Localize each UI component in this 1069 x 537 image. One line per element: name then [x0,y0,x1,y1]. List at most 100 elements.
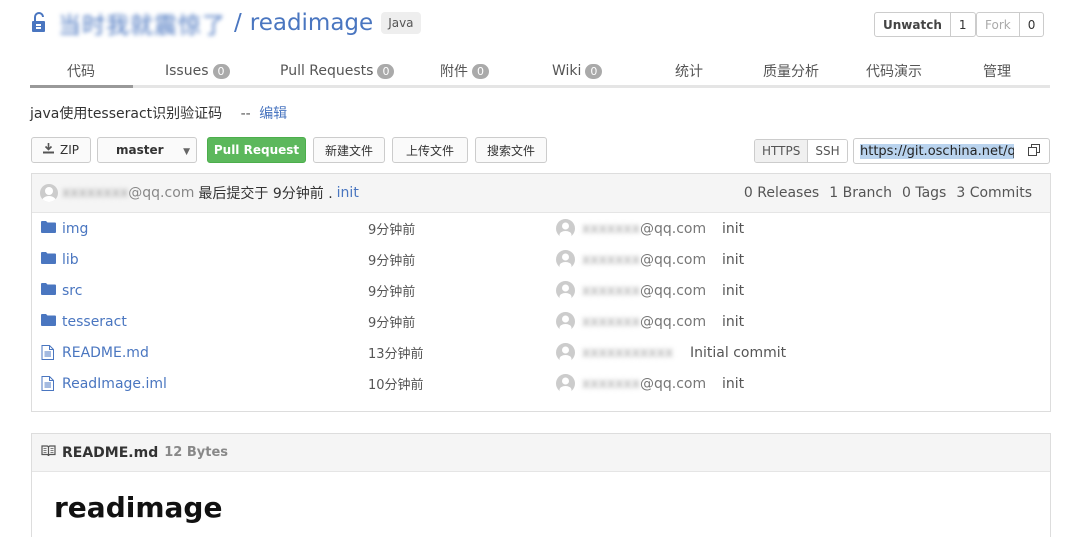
tab-issues[interactable]: Issues 0 [165,54,230,88]
commits-link[interactable]: 3 Commits [956,185,1032,201]
description-text: java使用tesseract识别验证码 [30,106,223,122]
blurred-name: xxxxxxx [582,251,640,268]
blurred-name: xxxxxxx [582,375,640,392]
author-email: @qq.com [128,185,195,201]
repo-stats: 0 Releases 1 Branch 0 Tags 3 Commits [744,185,1032,201]
file-time: 13分钟前 [368,347,424,362]
file-row[interactable]: README.md 13分钟前 xxxxxxxxxxx Initial commit [32,337,1050,368]
file-time: 10分钟前 [368,378,424,393]
commit-message-link[interactable]: init [722,221,744,237]
description-separator: -- [240,106,251,122]
readme-header: README.md 12 Bytes [32,434,1050,472]
fork-count[interactable]: 0 [1020,13,1044,36]
unwatch-button[interactable]: Unwatch [875,13,951,36]
tab-label: Pull Requests [280,63,374,79]
commit-author[interactable]: xxxxxxxxxxx [582,345,673,361]
upload-file-button[interactable]: 上传文件 [392,137,468,163]
tab-quality[interactable]: 质量分析 [763,54,819,88]
blurred-name: xxxxxxx [582,313,640,330]
releases-link[interactable]: 0 Releases [744,185,819,201]
readme-heading: readimage [54,491,223,524]
tab-label: 质量分析 [763,64,819,80]
search-file-button[interactable]: 搜索文件 [475,137,547,163]
file-name-link[interactable]: README.md [62,345,149,361]
author-email: @qq.com [640,220,707,237]
blurred-name: xxxxxxx [582,220,640,237]
commit-author[interactable]: xxxxxxx@qq.com [582,376,706,392]
repo-name-link[interactable]: readimage [250,10,373,36]
fork-button-group[interactable]: Fork 0 [976,12,1045,37]
file-name-link[interactable]: img [62,221,88,237]
tab-code[interactable]: 代码 [67,54,95,88]
file-time: 9分钟前 [368,316,416,331]
folder-icon [41,252,56,268]
last-commit-author[interactable]: xxxxxxxx @qq.com [40,184,194,202]
file-time: 9分钟前 [368,285,416,300]
file-list-panel: xxxxxxxx @qq.com 最后提交于 9分钟前 . init 0 Rel… [31,173,1051,412]
unwatch-button-group[interactable]: Unwatch 1 [874,12,976,37]
watch-count[interactable]: 1 [951,13,975,36]
edit-description-link[interactable]: 编辑 [259,106,287,122]
avatar [40,184,58,202]
tags-link[interactable]: 0 Tags [902,185,946,201]
commit-message-link[interactable]: init [722,252,744,268]
file-name-link[interactable]: src [62,283,82,299]
tab-label: Issues [165,63,209,79]
avatar [556,374,575,397]
file-row[interactable]: img 9分钟前 xxxxxxx@qq.com init [32,213,1050,244]
file-time: 9分钟前 [368,223,416,238]
blurred-name: xxxxxxx [582,282,640,299]
download-zip-button[interactable]: ZIP [31,137,91,163]
tab-label: 代码演示 [866,64,922,80]
avatar [556,250,575,273]
file-name-link[interactable]: tesseract [62,314,127,330]
clone-protocol-toggle[interactable]: HTTPS SSH [754,139,848,163]
copy-icon[interactable] [1028,144,1041,161]
last-commit-link[interactable]: init [337,185,359,201]
new-file-button[interactable]: 新建文件 [313,137,385,163]
commit-message-link[interactable]: init [722,376,744,392]
pull-request-button[interactable]: Pull Request [207,137,306,163]
commit-author[interactable]: xxxxxxx@qq.com [582,283,706,299]
ssh-button[interactable]: SSH [807,140,847,162]
pr-count-badge: 0 [377,63,395,79]
branch-select[interactable]: master ▼ [97,137,197,163]
branches-link[interactable]: 1 Branch [829,185,892,201]
repo-page: 当时我就震惊了 / readimage Java Unwatch 1 Fork … [0,0,1069,537]
repo-description: java使用tesseract识别验证码 -- 编辑 [30,103,287,123]
file-name-link[interactable]: ReadImage.iml [62,376,167,392]
avatar [556,281,575,304]
tab-attachments[interactable]: 附件 0 [440,54,489,88]
file-row[interactable]: lib 9分钟前 xxxxxxx@qq.com init [32,244,1050,275]
clone-url-field[interactable]: https://git.oschina.net/qi [853,138,1050,164]
author-email: @qq.com [640,282,707,299]
folder-icon [41,314,56,330]
commit-author[interactable]: xxxxxxx@qq.com [582,221,706,237]
commit-message-link[interactable]: init [722,314,744,330]
clone-url-text[interactable]: https://git.oschina.net/qi [860,143,1014,159]
tab-stats[interactable]: 统计 [675,54,703,88]
commit-author[interactable]: xxxxxxx@qq.com [582,314,706,330]
fork-button[interactable]: Fork [977,13,1020,36]
commit-author[interactable]: xxxxxxx@qq.com [582,252,706,268]
https-button[interactable]: HTTPS [755,140,808,162]
tab-demo[interactable]: 代码演示 [866,54,922,88]
commit-message-link[interactable]: Initial commit [690,345,786,361]
file-name-link[interactable]: lib [62,252,79,268]
readme-panel: README.md 12 Bytes readimage [31,433,1051,537]
commit-message-link[interactable]: init [722,283,744,299]
readme-size: 12 Bytes [164,445,229,460]
file-row[interactable]: tesseract 9分钟前 xxxxxxx@qq.com init [32,306,1050,337]
folder-icon [41,221,56,237]
file-row[interactable]: ReadImage.iml 10分钟前 xxxxxxx@qq.com init [32,368,1050,399]
branch-name: master [116,143,164,157]
tab-label: 统计 [675,64,703,80]
file-row[interactable]: src 9分钟前 xxxxxxx@qq.com init [32,275,1050,306]
repo-owner-link[interactable]: 当时我就震惊了 [58,6,226,40]
tab-pull-requests[interactable]: Pull Requests 0 [280,54,395,88]
tab-admin[interactable]: 管理 [983,54,1011,88]
tab-label: 管理 [983,64,1011,80]
tab-wiki[interactable]: Wiki 0 [552,54,603,88]
zip-label: ZIP [60,143,79,157]
wiki-count-badge: 0 [585,63,603,79]
